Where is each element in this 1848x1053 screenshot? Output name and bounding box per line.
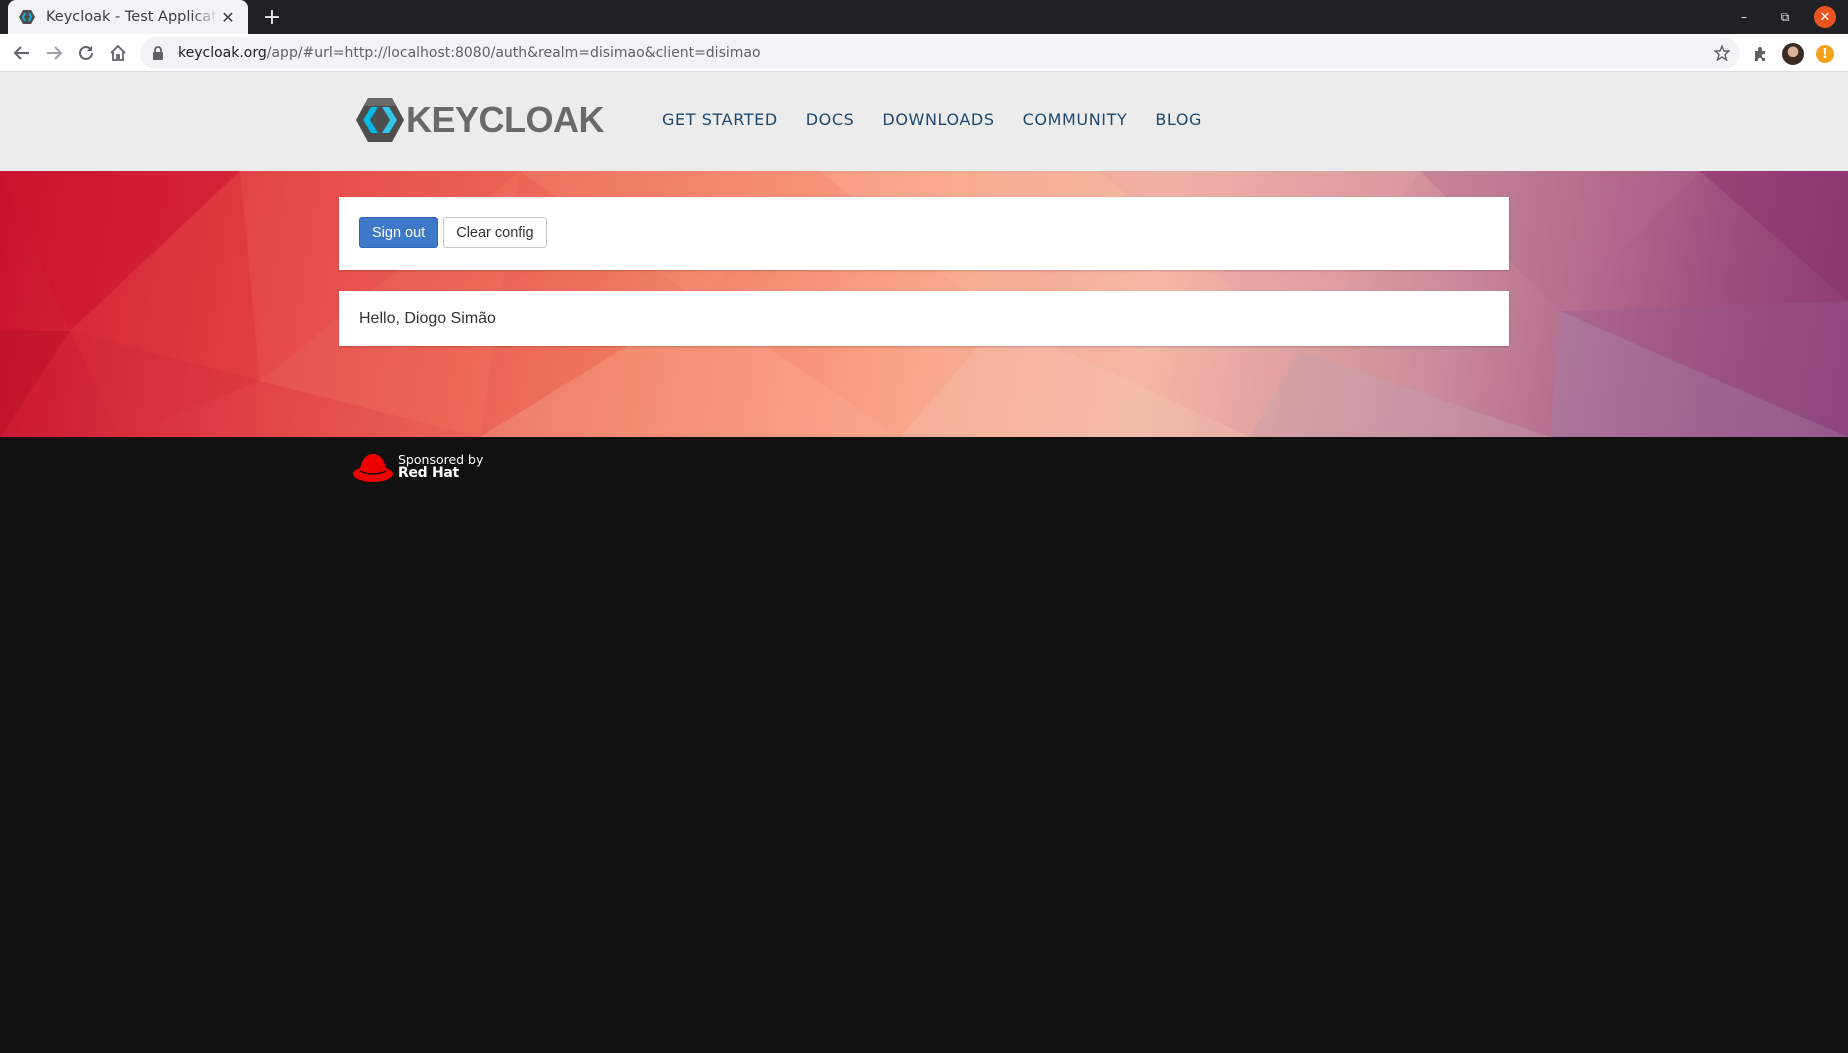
address-bar[interactable]: keycloak.org/app/#url=http://localhost:8… <box>140 37 1740 69</box>
extensions-puzzle-icon[interactable] <box>1750 43 1772 65</box>
reload-button[interactable] <box>72 39 100 67</box>
url-text: keycloak.org/app/#url=http://localhost:8… <box>178 45 761 61</box>
bookmark-star-icon[interactable] <box>1712 43 1732 63</box>
keycloak-logo-icon <box>356 98 404 142</box>
new-tab-button[interactable]: + <box>260 5 284 30</box>
sign-out-button[interactable]: Sign out <box>359 217 439 248</box>
lock-icon <box>152 46 166 60</box>
nav-get-started[interactable]: GET STARTED <box>662 110 778 129</box>
reload-icon <box>79 45 93 60</box>
tab-close-icon[interactable]: ✕ <box>218 7 238 27</box>
actions-panel: Sign out Clear config <box>339 197 1509 270</box>
nav-docs[interactable]: DOCS <box>806 110 855 129</box>
tab-title: Keycloak - Test Application <box>46 9 218 25</box>
browser-toolbar: keycloak.org/app/#url=http://localhost:8… <box>0 34 1848 72</box>
redhat-logo-icon <box>353 454 393 482</box>
forward-button[interactable] <box>40 39 68 67</box>
clear-config-button[interactable]: Clear config <box>443 217 547 248</box>
nav-downloads[interactable]: DOWNLOADS <box>882 110 994 129</box>
nav-community[interactable]: COMMUNITY <box>1023 110 1128 129</box>
update-alert-icon[interactable]: ! <box>1816 45 1834 63</box>
back-button[interactable] <box>8 39 36 67</box>
home-icon <box>110 44 126 61</box>
browser-tab[interactable]: Keycloak - Test Application ✕ <box>8 0 248 34</box>
sponsor-name: Red Hat <box>398 465 459 482</box>
restore-button[interactable]: ⧉ <box>1774 6 1796 28</box>
keycloak-favicon-icon <box>18 8 36 26</box>
close-window-button[interactable]: ✕ <box>1814 6 1836 28</box>
minimize-button[interactable]: – <box>1733 6 1755 28</box>
greeting-panel: Hello, Diogo Simão <box>339 291 1509 346</box>
forward-arrow-icon <box>47 46 63 60</box>
keycloak-logo[interactable]: KEYCLOAK <box>356 96 605 144</box>
nav-blog[interactable]: BLOG <box>1155 110 1202 129</box>
site-header: KEYCLOAK GET STARTED DOCS DOWNLOADS COMM… <box>0 72 1848 171</box>
main-nav: GET STARTED DOCS DOWNLOADS COMMUNITY BLO… <box>648 110 1216 129</box>
redhat-sponsor[interactable]: Sponsored by Red Hat <box>352 450 483 484</box>
greeting-text: Hello, Diogo Simão <box>359 309 496 327</box>
browser-tab-bar: Keycloak - Test Application ✕ + – ⧉ ✕ <box>0 0 1848 34</box>
home-button[interactable] <box>104 39 132 67</box>
logo-text: KEYCLOAK <box>406 99 605 140</box>
profile-avatar[interactable] <box>1782 43 1804 65</box>
back-arrow-icon <box>13 46 29 60</box>
site-footer: Sponsored by Red Hat <box>0 437 1848 1053</box>
